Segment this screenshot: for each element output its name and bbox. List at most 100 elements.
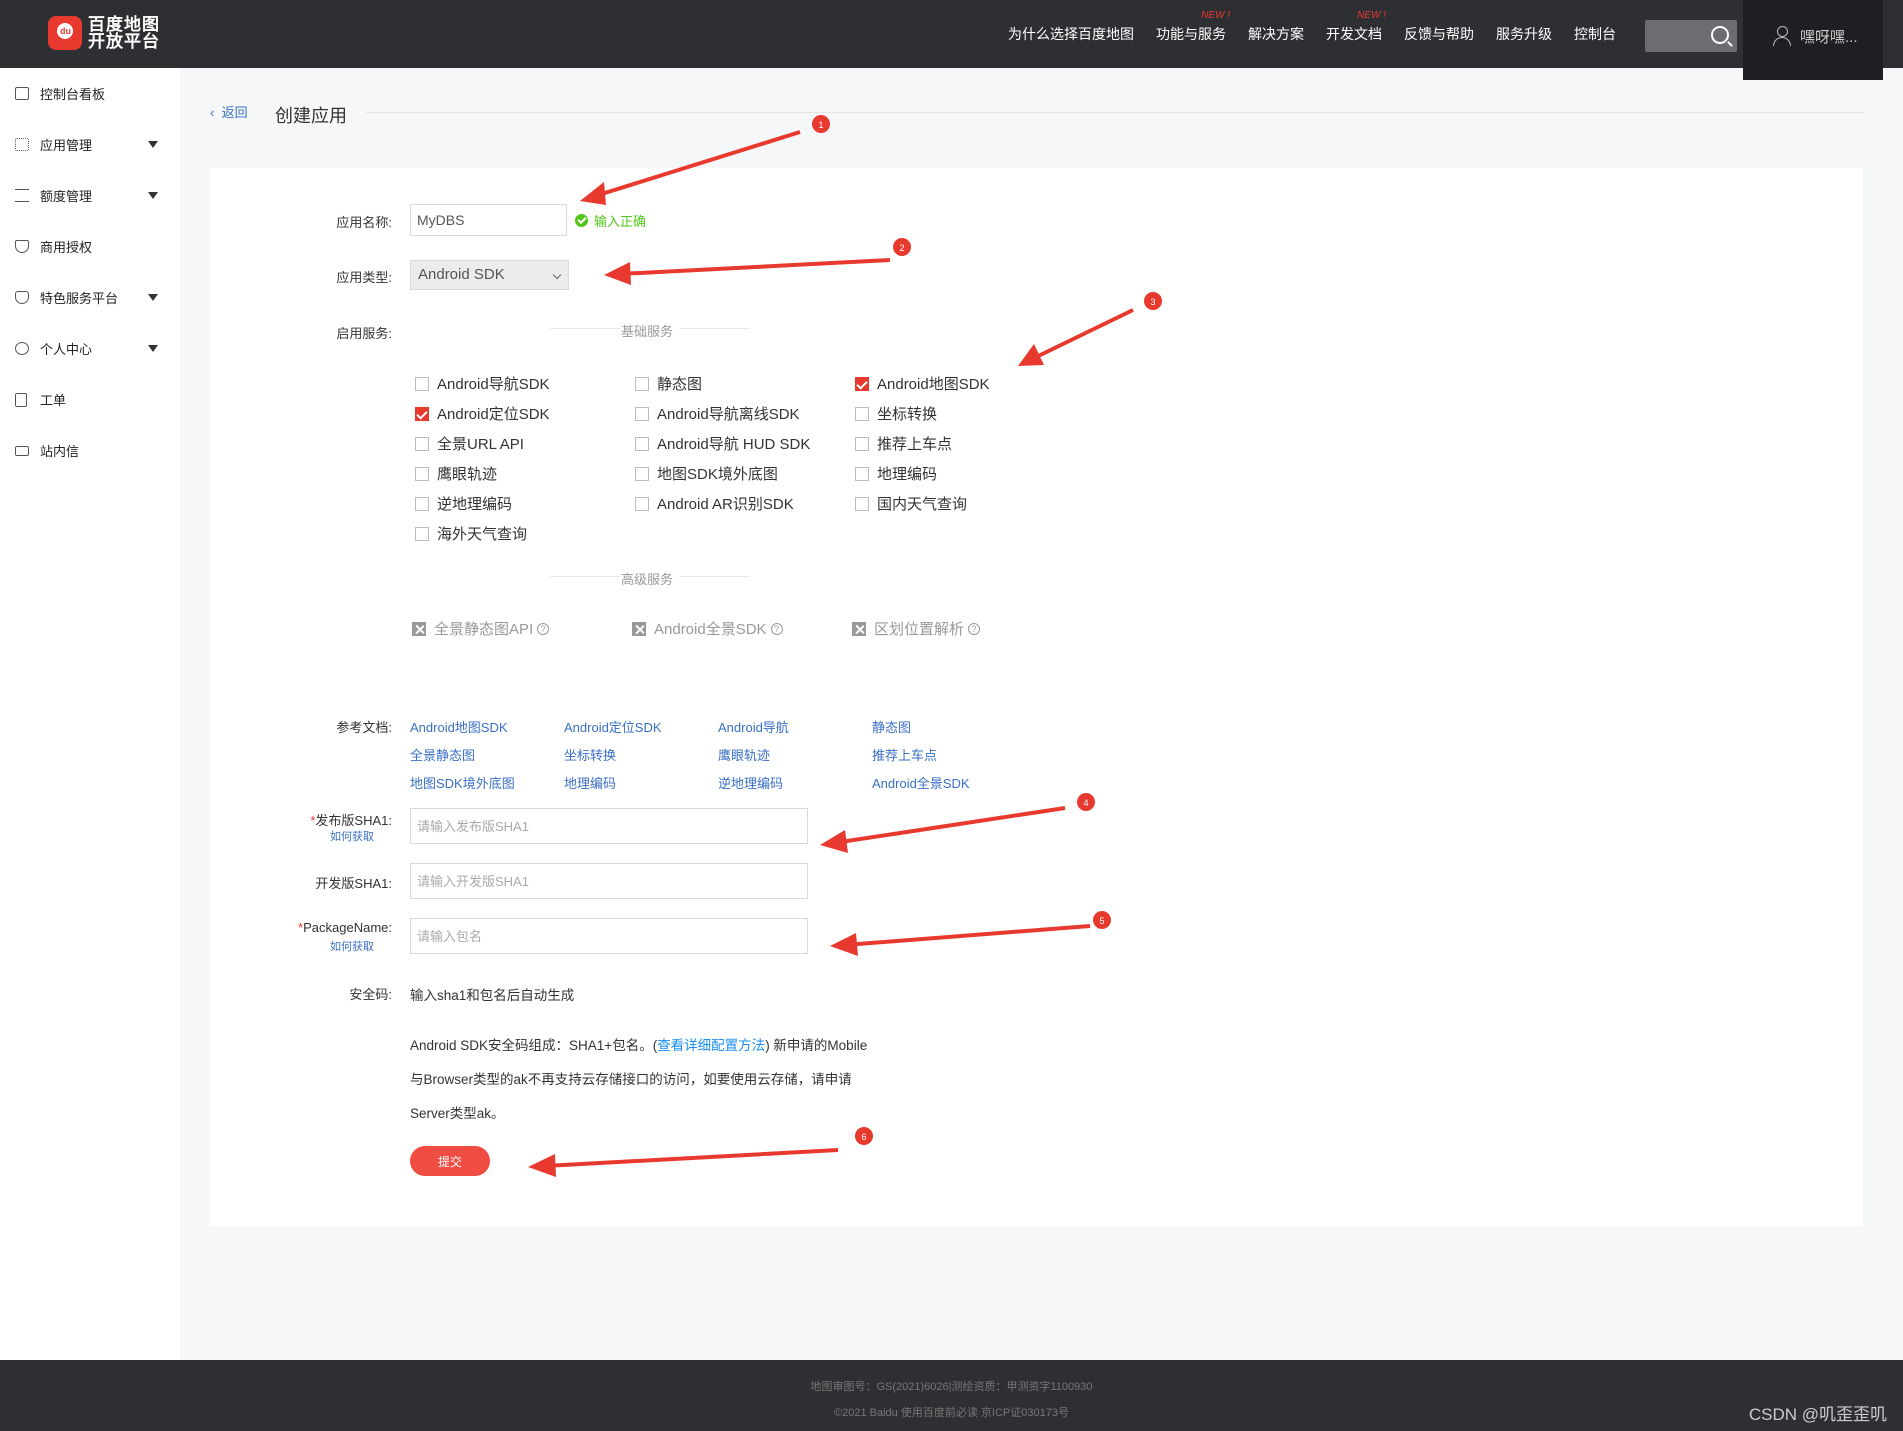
chevron-down-icon bbox=[148, 141, 158, 148]
back-link[interactable]: ‹ 返回 bbox=[210, 102, 248, 121]
service-checkbox[interactable]: Android导航 HUD SDK bbox=[635, 433, 810, 454]
checkbox[interactable] bbox=[415, 466, 429, 481]
service-checkbox[interactable]: 地理编码 bbox=[855, 463, 937, 484]
checkbox[interactable] bbox=[635, 466, 649, 481]
service-checkbox[interactable]: 地图SDK境外底图 bbox=[635, 463, 778, 484]
help-icon[interactable]: ? bbox=[537, 622, 550, 635]
checkbox[interactable] bbox=[855, 436, 869, 451]
doc-link[interactable]: 推荐上车点 bbox=[872, 745, 937, 764]
service-checkbox[interactable]: 全景URL API bbox=[415, 433, 524, 454]
checkbox[interactable] bbox=[635, 436, 649, 451]
checkbox[interactable] bbox=[635, 376, 649, 391]
clipboard-icon bbox=[15, 392, 27, 407]
chevron-down-icon bbox=[148, 294, 158, 301]
nav-feedback-help[interactable]: 反馈与帮助 bbox=[1404, 24, 1474, 44]
advanced-service-checkbox: 区划位置解析? bbox=[852, 618, 981, 639]
checkbox[interactable] bbox=[855, 406, 869, 421]
doc-link[interactable]: Android定位SDK bbox=[564, 717, 662, 736]
checkbox[interactable] bbox=[635, 406, 649, 421]
checkbox[interactable] bbox=[855, 496, 869, 511]
checkbox-checked[interactable] bbox=[855, 376, 869, 391]
service-checkbox[interactable]: 国内天气查询 bbox=[855, 493, 967, 514]
config-method-link[interactable]: 查看详细配置方法 bbox=[657, 1038, 765, 1053]
new-badge: NEW ! bbox=[1357, 10, 1386, 21]
doc-link[interactable]: Android导航 bbox=[718, 717, 789, 736]
sidebar-item-personal-center[interactable]: 个人中心 bbox=[0, 323, 180, 374]
sidebar-item-featured-services[interactable]: 特色服务平台 bbox=[0, 272, 180, 323]
doc-link[interactable]: 逆地理编码 bbox=[718, 773, 783, 792]
sidebar-item-dashboard[interactable]: 控制台看板 bbox=[0, 68, 180, 119]
sidebar-item-work-order[interactable]: 工单 bbox=[0, 374, 180, 425]
doc-link[interactable]: 静态图 bbox=[872, 717, 911, 736]
service-checkbox[interactable]: 坐标转换 bbox=[855, 403, 937, 424]
checkbox-label: 逆地理编码 bbox=[437, 496, 513, 513]
baidu-map-logo[interactable]: du 百度地图 开放平台 bbox=[48, 16, 160, 50]
mail-icon bbox=[15, 445, 29, 456]
nav-label: 反馈与帮助 bbox=[1404, 26, 1474, 42]
checkbox[interactable] bbox=[415, 376, 429, 391]
help-icon[interactable]: ? bbox=[770, 622, 783, 635]
note-line-3: Server类型ak。 bbox=[410, 1106, 505, 1121]
nav-service-upgrade[interactable]: 服务升级 bbox=[1496, 24, 1552, 44]
doc-link[interactable]: 坐标转换 bbox=[564, 745, 616, 764]
title-divider bbox=[366, 112, 1863, 113]
checkbox[interactable] bbox=[415, 526, 429, 541]
app-name-input[interactable] bbox=[410, 204, 567, 236]
service-checkbox[interactable]: 鹰眼轨迹 bbox=[415, 463, 497, 484]
doc-link[interactable]: 全景静态图 bbox=[410, 745, 475, 764]
release-sha1-label-text: 发布版SHA1: bbox=[315, 813, 392, 828]
search-icon[interactable] bbox=[1711, 26, 1729, 44]
help-icon[interactable]: ? bbox=[968, 622, 981, 635]
service-checkbox[interactable]: 推荐上车点 bbox=[855, 433, 952, 454]
checkbox-checked[interactable] bbox=[415, 406, 429, 421]
note-line-2: 与Browser类型的ak不再支持云存储接口的访问，如要使用云存储，请申请 bbox=[410, 1072, 852, 1087]
sidebar-item-messages[interactable]: 站内信 bbox=[0, 425, 180, 476]
advanced-service-checkbox: Android全景SDK? bbox=[632, 618, 783, 639]
sidebar-item-label: 商用授权 bbox=[40, 240, 93, 255]
checkbox[interactable] bbox=[415, 496, 429, 511]
doc-link[interactable]: 地理编码 bbox=[564, 773, 616, 792]
service-checkbox[interactable]: Android地图SDK bbox=[855, 373, 990, 394]
checkbox-label: Android导航SDK bbox=[437, 376, 550, 393]
sidebar-item-label: 应用管理 bbox=[40, 138, 93, 153]
service-checkbox[interactable]: Android AR识别SDK bbox=[635, 493, 794, 514]
nav-why-baidu-map[interactable]: 为什么选择百度地图 bbox=[1008, 24, 1134, 44]
sidebar-item-app-management[interactable]: 应用管理 bbox=[0, 119, 180, 170]
doc-link[interactable]: Android地图SDK bbox=[410, 717, 508, 736]
doc-link[interactable]: 鹰眼轨迹 bbox=[718, 745, 770, 764]
service-checkbox[interactable]: Android导航离线SDK bbox=[635, 403, 800, 424]
search-input[interactable] bbox=[1645, 20, 1737, 52]
service-checkbox[interactable]: 逆地理编码 bbox=[415, 493, 512, 514]
user-menu[interactable]: 嘿呀嘿... bbox=[1743, 0, 1883, 80]
nav-dev-docs[interactable]: 开发文档 NEW ! bbox=[1326, 10, 1386, 44]
docs-label: 参考文档: bbox=[336, 720, 392, 735]
nav-label: 控制台 bbox=[1574, 26, 1616, 42]
checkbox-label: 全景URL API bbox=[437, 436, 524, 453]
nav-solutions[interactable]: 解决方案 bbox=[1248, 24, 1304, 44]
sidebar-item-quota-management[interactable]: 额度管理 bbox=[0, 170, 180, 221]
nav-features-services[interactable]: 功能与服务 NEW ! bbox=[1156, 10, 1230, 44]
checkbox[interactable] bbox=[855, 466, 869, 481]
diamond-icon bbox=[15, 291, 29, 304]
security-code-label: 安全码: bbox=[349, 987, 392, 1002]
sidebar-item-commercial-license[interactable]: 商用授权 bbox=[0, 221, 180, 272]
how-to-get-link[interactable]: 如何获取 bbox=[330, 828, 374, 844]
dev-sha1-input[interactable] bbox=[410, 863, 808, 899]
doc-link[interactable]: Android全景SDK bbox=[872, 773, 970, 792]
service-checkbox[interactable]: Android定位SDK bbox=[415, 403, 550, 424]
package-name-input[interactable] bbox=[410, 918, 808, 954]
service-checkbox[interactable]: 海外天气查询 bbox=[415, 523, 527, 544]
how-to-get-link[interactable]: 如何获取 bbox=[330, 938, 374, 954]
doc-link[interactable]: 地图SDK境外底图 bbox=[410, 773, 515, 792]
submit-button[interactable]: 提交 bbox=[410, 1146, 490, 1176]
checkbox[interactable] bbox=[415, 436, 429, 451]
nav-console[interactable]: 控制台 bbox=[1574, 24, 1616, 44]
service-checkbox[interactable]: 静态图 bbox=[635, 373, 702, 394]
release-sha1-input[interactable] bbox=[410, 808, 808, 844]
service-checkbox[interactable]: Android导航SDK bbox=[415, 373, 550, 394]
checkbox[interactable] bbox=[635, 496, 649, 511]
package-name-label-text: PackageName: bbox=[303, 920, 392, 935]
app-type-select[interactable]: Android SDK bbox=[410, 260, 569, 290]
user-name: 嘿呀嘿... bbox=[1800, 29, 1858, 46]
checkbox-label: 推荐上车点 bbox=[877, 436, 953, 453]
